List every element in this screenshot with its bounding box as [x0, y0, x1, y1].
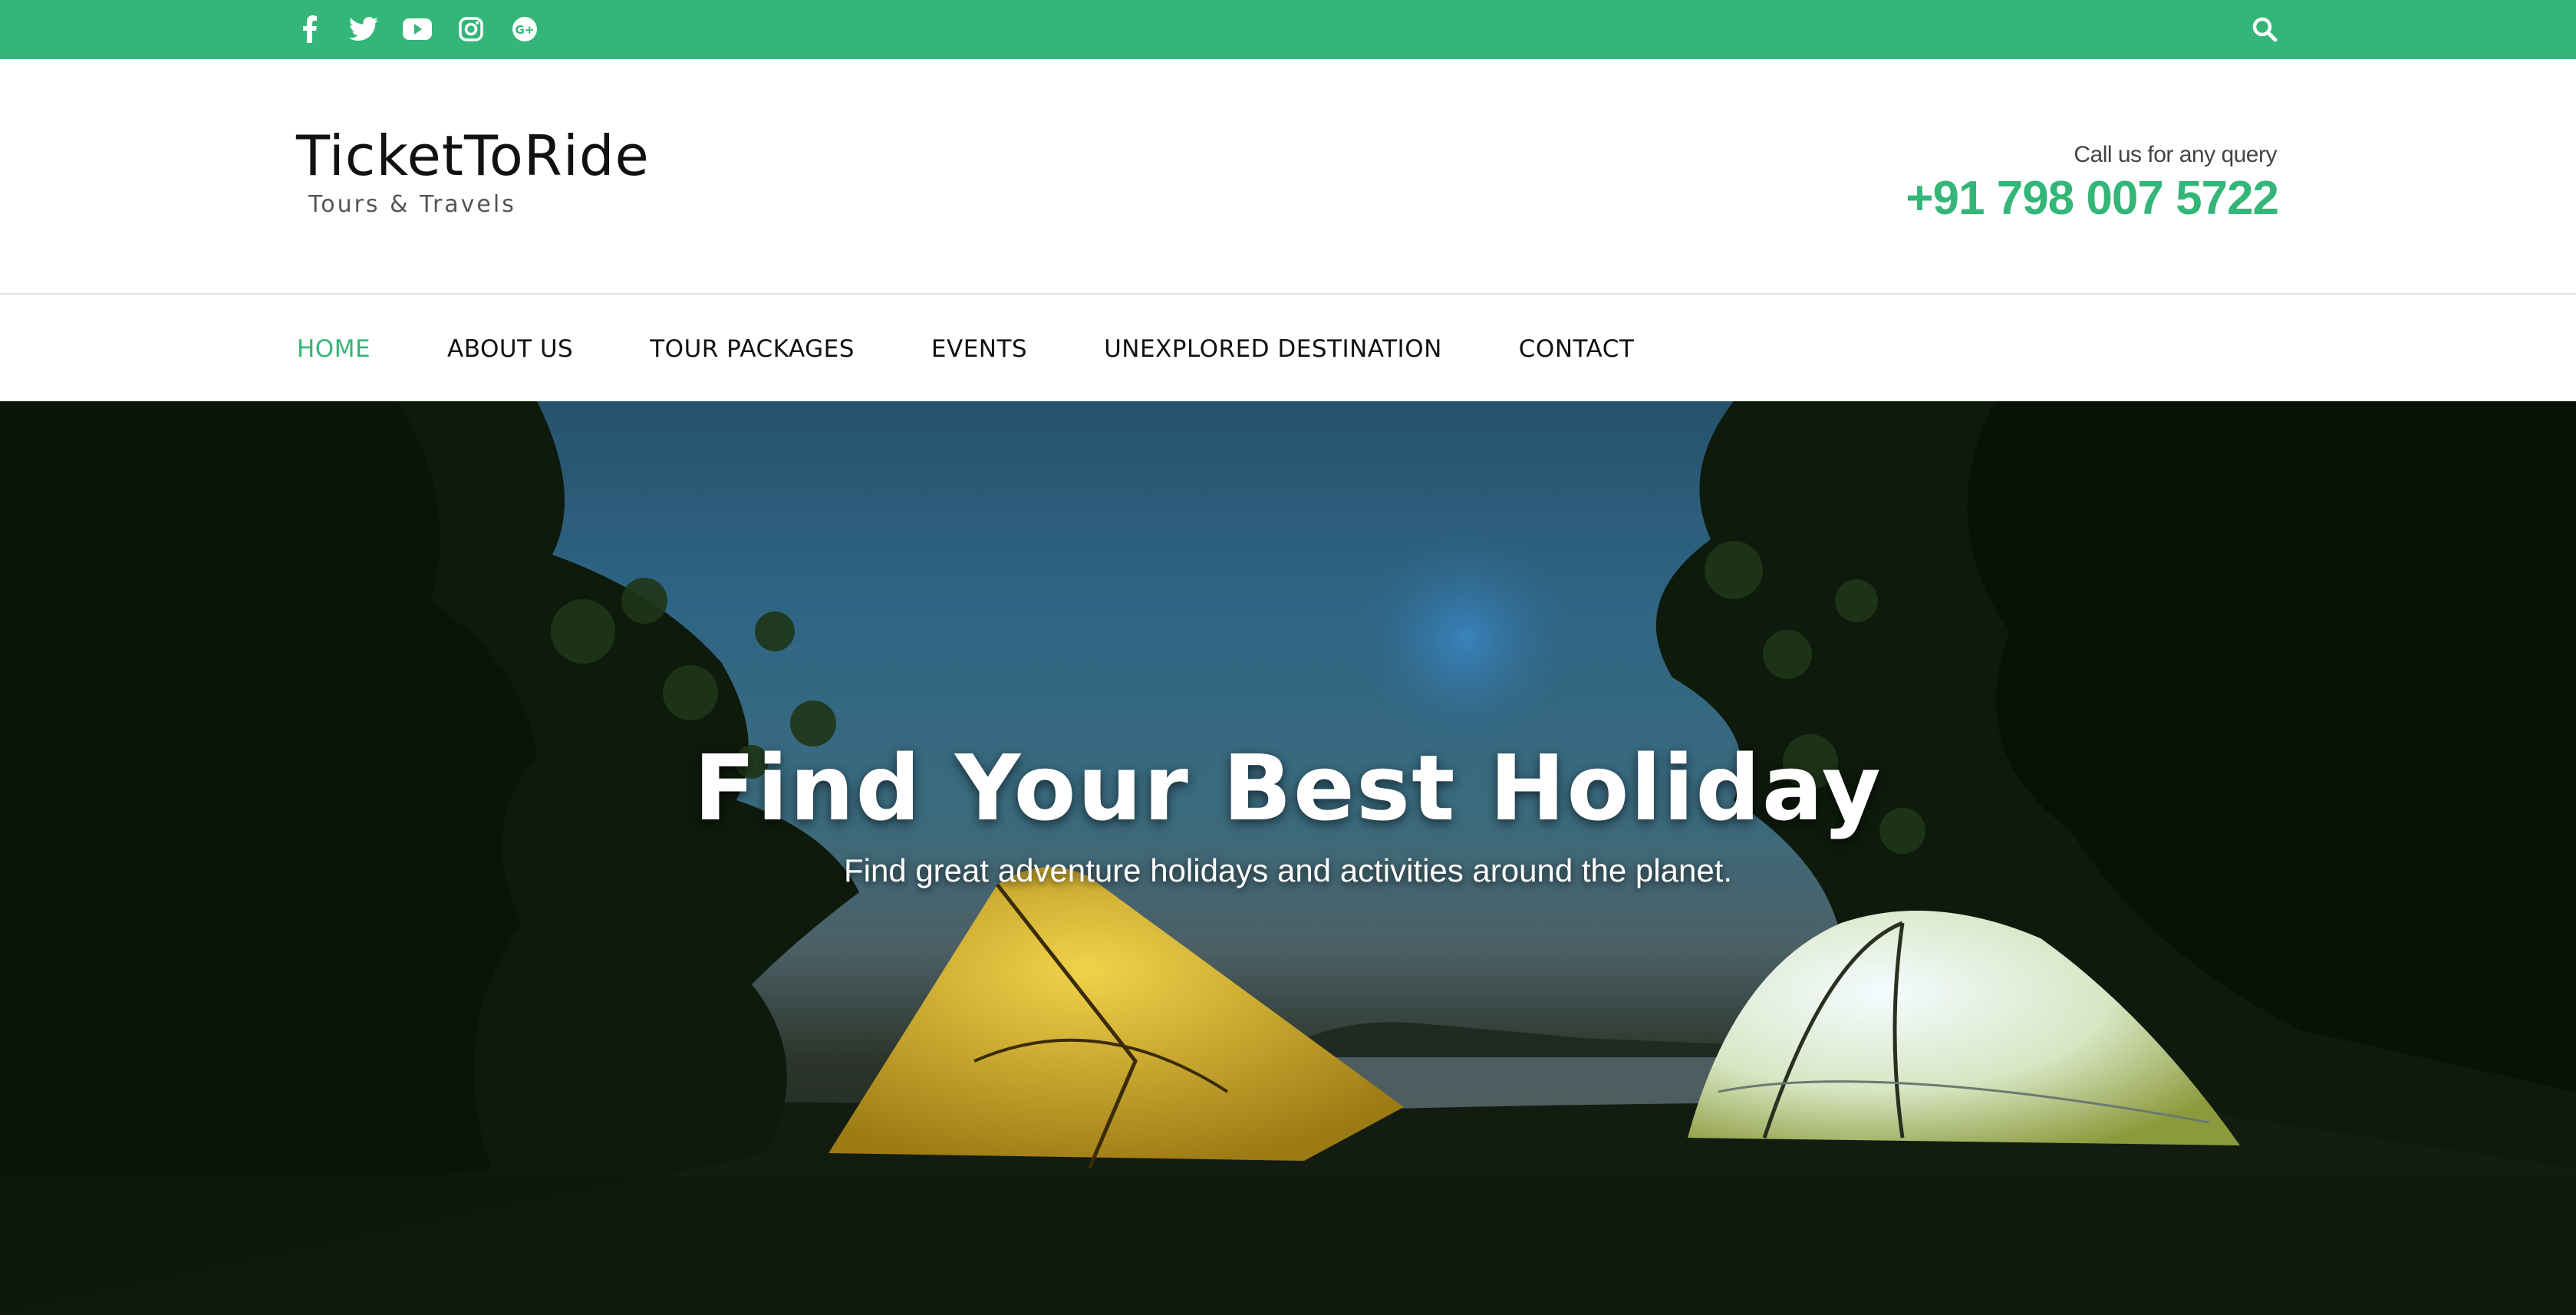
- instagram-icon[interactable]: [456, 14, 486, 44]
- phone-number[interactable]: +91 798 007 5722: [1906, 171, 2279, 226]
- search-icon[interactable]: [2248, 12, 2281, 46]
- nav-item-tour-packages[interactable]: TOUR PACKAGES: [650, 335, 855, 363]
- hero-title: Find Your Best Holiday: [693, 735, 1883, 841]
- main-nav: HOME ABOUT US TOUR PACKAGES EVENTS UNEXP…: [0, 296, 2576, 401]
- nav-item-contact[interactable]: CONTACT: [1519, 335, 1635, 363]
- site-header: TicketToRide Tours & Travels Call us for…: [0, 59, 2576, 295]
- nav-item-events[interactable]: EVENTS: [931, 335, 1027, 363]
- social-links: G+: [295, 12, 540, 46]
- logo-subtitle: Tours & Travels: [308, 191, 516, 218]
- nav-item-home[interactable]: HOME: [297, 335, 371, 363]
- hero-banner: Find Your Best Holiday Find great advent…: [0, 401, 2576, 1315]
- youtube-icon[interactable]: [402, 14, 433, 44]
- facebook-icon[interactable]: [295, 14, 325, 44]
- twitter-icon[interactable]: [348, 14, 379, 44]
- nav-item-about-us[interactable]: ABOUT US: [447, 335, 573, 363]
- svg-text:G+: G+: [516, 23, 535, 37]
- top-bar: G+: [0, 0, 2576, 59]
- hero-subtitle: Find great adventure holidays and activi…: [843, 852, 1733, 888]
- nav-item-unexplored-destination[interactable]: UNEXPLORED DESTINATION: [1104, 335, 1442, 363]
- logo-title[interactable]: TicketToRide: [296, 128, 650, 183]
- google-plus-icon[interactable]: G+: [509, 14, 540, 44]
- call-label: Call us for any query: [2074, 142, 2277, 167]
